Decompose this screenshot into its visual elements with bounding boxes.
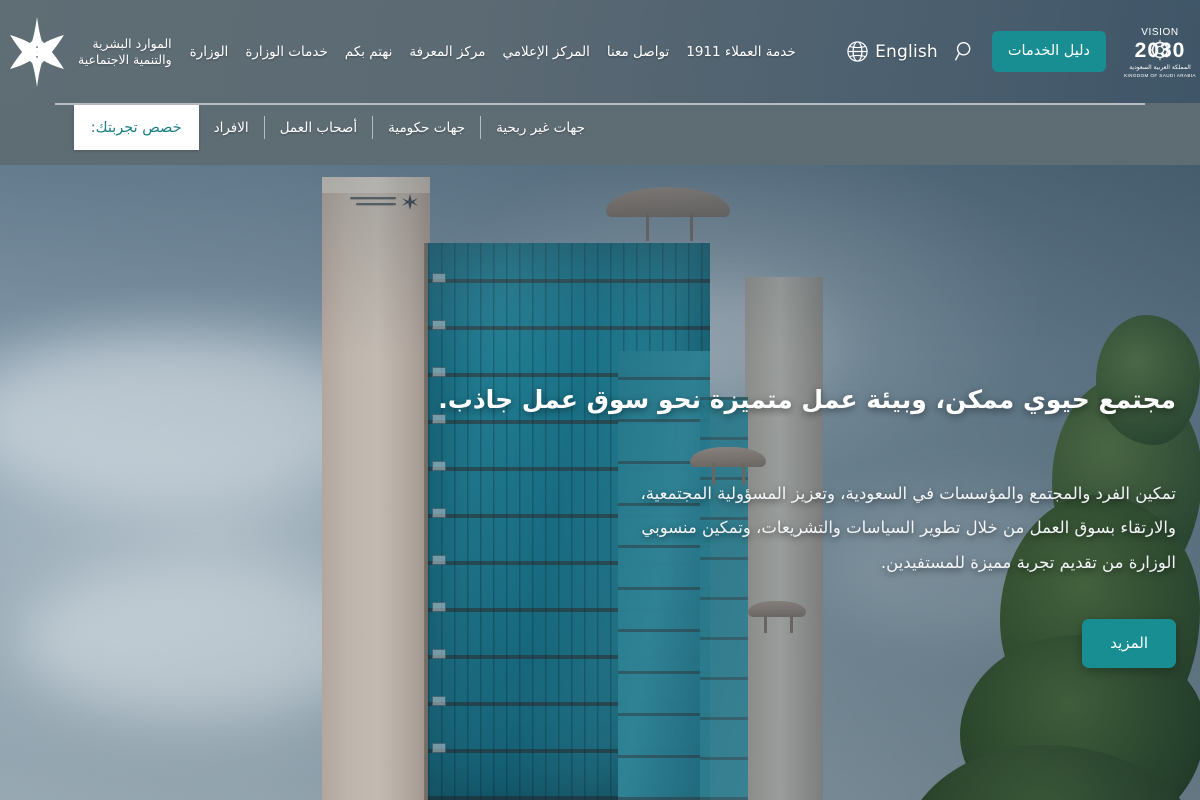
hero-more-button[interactable]: المزيد xyxy=(1082,618,1176,668)
header-utility-cluster: English دليل الخدمات VISION 2030 المملكة… xyxy=(846,23,1200,81)
nav-item-ministry[interactable]: الوزارة xyxy=(190,40,229,64)
tab-employers[interactable]: أصحاب العمل xyxy=(265,105,372,150)
vision-2030-logo-icon[interactable]: VISION 2030 المملكة العربية السعودية KIN… xyxy=(1122,23,1198,81)
hero-title: مجتمع حيوي ممكن، وبيئة عمل متميزة نحو سو… xyxy=(438,385,1176,414)
svg-text:VISION: VISION xyxy=(1141,27,1179,38)
nav-item-contact-us[interactable]: تواصل معنا xyxy=(607,40,669,64)
ministry-brand[interactable]: الموارد البشرية والتنمية الاجتماعية xyxy=(6,15,172,89)
nav-item-ministry-services[interactable]: خدمات الوزارة xyxy=(245,40,327,64)
page-root: الموارد البشرية والتنمية الاجتماعية الوز… xyxy=(0,0,1200,800)
tab-customize-experience[interactable]: خصص تجربتك: xyxy=(73,105,199,150)
tab-government-entities[interactable]: جهات حكومية xyxy=(373,105,480,150)
services-guide-button[interactable]: دليل الخدمات xyxy=(991,30,1106,73)
hero-section: مجتمع حيوي ممكن، وبيئة عمل متميزة نحو سو… xyxy=(0,165,1200,800)
search-icon[interactable] xyxy=(954,40,976,64)
tab-separator xyxy=(263,116,265,139)
nav-item-media-center[interactable]: المركز الإعلامي xyxy=(503,40,590,64)
tab-nonprofit-entities[interactable]: جهات غير ربحية xyxy=(481,105,600,150)
ministry-name-line2: والتنمية الاجتماعية xyxy=(78,51,172,67)
audience-tabstrip-region: خصص تجربتك: الافراد أصحاب العمل جهات حكو… xyxy=(0,103,1200,165)
header-inner: الموارد البشرية والتنمية الاجتماعية الوز… xyxy=(0,0,1200,103)
nav-item-we-care[interactable]: نهتم بكم xyxy=(345,40,393,64)
nav-item-knowledge-center[interactable]: مركز المعرفة xyxy=(409,40,485,64)
language-label: English xyxy=(875,41,938,62)
svg-text:المملكة العربية السعودية: المملكة العربية السعودية xyxy=(1129,64,1191,71)
primary-navigation: الوزارة خدمات الوزارة نهتم بكم مركز المع… xyxy=(190,40,796,64)
svg-text:KINGDOM OF SAUDI ARABIA: KINGDOM OF SAUDI ARABIA xyxy=(1124,73,1197,78)
language-toggle[interactable]: English xyxy=(846,40,938,63)
ministry-name-line1: الموارد البشرية xyxy=(92,36,172,52)
hrsd-palm-star-logo-icon xyxy=(6,15,68,89)
ministry-name: الموارد البشرية والتنمية الاجتماعية xyxy=(78,36,172,67)
tab-individuals[interactable]: الافراد xyxy=(199,105,264,150)
tab-separator xyxy=(480,116,482,139)
hero-copy: مجتمع حيوي ممكن، وبيئة عمل متميزة نحو سو… xyxy=(438,383,1176,668)
nav-item-customer-service[interactable]: خدمة العملاء 1911 xyxy=(686,40,795,64)
hero-description: تمكين الفرد والمجتمع والمؤسسات في السعود… xyxy=(640,483,1176,573)
site-header: الموارد البشرية والتنمية الاجتماعية الوز… xyxy=(0,0,1200,103)
audience-tabstrip: خصص تجربتك: الافراد أصحاب العمل جهات حكو… xyxy=(73,105,600,150)
tab-separator xyxy=(372,116,374,139)
globe-icon xyxy=(847,41,868,62)
